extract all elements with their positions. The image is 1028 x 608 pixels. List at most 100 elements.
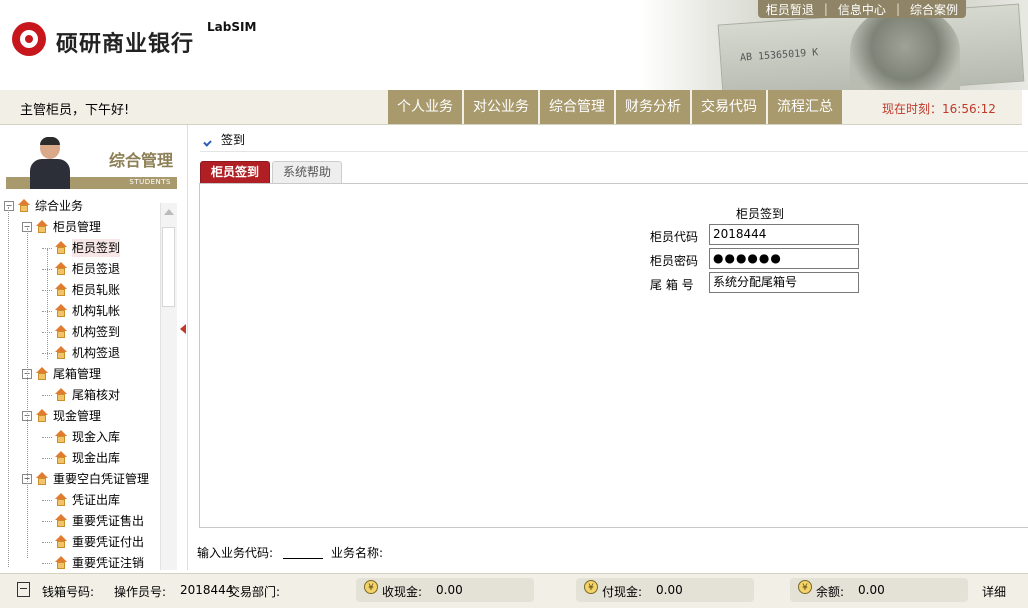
tree-item[interactable]: 柜员签到 bbox=[42, 239, 121, 257]
password-label: 柜员密码 bbox=[650, 254, 699, 268]
cases-link[interactable]: 综合案例 bbox=[910, 1, 958, 18]
bank-name: 硕研商业银行 bbox=[56, 32, 195, 57]
yen-icon: ¥ bbox=[584, 580, 598, 594]
menu-corporate[interactable]: 对公业务 bbox=[464, 90, 540, 124]
balance-label: 余额: bbox=[816, 585, 845, 599]
tree-item[interactable]: − 柜员管理 bbox=[22, 218, 101, 236]
header: 硕研商业银行 LabSIM AB 15365019 K 柜员暂退 | 信息中心 … bbox=[0, 0, 1028, 90]
teller-code-field[interactable]: 2018444 bbox=[709, 224, 859, 245]
collapse-arrow-icon[interactable] bbox=[180, 324, 186, 334]
brand-label: LabSIM bbox=[207, 20, 257, 34]
left-panel: 综合管理 STUDENTS − 综合业务 − 柜员管理柜员签到柜员签退柜员轧账机构轧帐… bbox=[0, 125, 188, 570]
dept-label: 交易部门: bbox=[228, 585, 281, 599]
tree-item[interactable]: 重要凭证售出 bbox=[42, 512, 144, 530]
tree-item-label: 重要空白凭证管理 bbox=[53, 472, 150, 486]
house-icon bbox=[54, 514, 68, 528]
greeting-text: 主管柜员，下午好! bbox=[20, 103, 130, 118]
balance-value: 0.00 bbox=[858, 583, 885, 597]
tab-bar: 柜员签到 系统帮助 bbox=[200, 161, 344, 183]
tree-item-label: 现金出库 bbox=[72, 451, 121, 465]
info-center-link[interactable]: 信息中心 bbox=[838, 1, 886, 18]
top-links: 柜员暂退 | 信息中心 | 综合案例 bbox=[757, 0, 966, 18]
tree-item[interactable]: 机构轧帐 bbox=[42, 302, 120, 320]
tree-item[interactable]: 尾箱核对 bbox=[42, 386, 120, 404]
code-input-label: 输入业务代码: bbox=[197, 546, 274, 560]
teller-pause-link[interactable]: 柜员暂退 bbox=[766, 1, 814, 18]
pay-value: 0.00 bbox=[656, 583, 683, 597]
tree-item-label: 柜员签退 bbox=[72, 262, 121, 276]
form-panel bbox=[199, 183, 1028, 528]
tree-item-label: 重要凭证注销 bbox=[72, 556, 145, 570]
tree-item[interactable]: 重要凭证付出 bbox=[42, 533, 144, 551]
main-menu: 个人业务 对公业务 综合管理 财务分析 交易代码 流程汇总 bbox=[388, 90, 844, 124]
menu-process-summary[interactable]: 流程汇总 bbox=[768, 90, 844, 124]
house-icon bbox=[54, 262, 68, 276]
tree-item-label: 重要凭证付出 bbox=[72, 535, 145, 549]
tailbox-label: 尾 箱 号 bbox=[650, 278, 694, 292]
status-bar: 钱箱号码: 操作员号: 2018444 交易部门: ¥ 收现金: 0.00 ¥ … bbox=[0, 573, 1028, 608]
tree-item[interactable]: 现金入库 bbox=[42, 428, 120, 446]
tree-item-label: 现金管理 bbox=[53, 409, 102, 423]
house-icon bbox=[54, 325, 68, 339]
tree-item[interactable]: − 重要空白凭证管理 bbox=[22, 470, 149, 488]
nav-bar: 主管柜员，下午好! 个人业务 对公业务 综合管理 财务分析 交易代码 流程汇总 … bbox=[0, 90, 1022, 125]
menu-personal[interactable]: 个人业务 bbox=[388, 90, 464, 124]
tab-system-help[interactable]: 系统帮助 bbox=[272, 161, 343, 183]
tree-item-label: 现金入库 bbox=[72, 430, 121, 444]
house-icon bbox=[35, 409, 49, 423]
teller-code-label: 柜员代码 bbox=[650, 230, 699, 244]
house-icon bbox=[35, 472, 49, 486]
house-icon bbox=[54, 388, 68, 402]
tree-item-label: 机构轧帐 bbox=[72, 304, 121, 318]
divider bbox=[200, 151, 1028, 152]
receive-label: 收现金: bbox=[382, 585, 423, 599]
tree-item-label: 综合业务 bbox=[35, 199, 84, 213]
clock-label: 现在时刻： bbox=[882, 102, 943, 116]
house-icon bbox=[35, 367, 49, 381]
menu-admin[interactable]: 综合管理 bbox=[540, 90, 616, 124]
menu-trade-codes[interactable]: 交易代码 bbox=[692, 90, 768, 124]
code-input[interactable] bbox=[283, 546, 324, 559]
tree-item[interactable]: 重要凭证注销 bbox=[42, 554, 144, 570]
cashbox-label: 钱箱号码: bbox=[42, 585, 95, 599]
tree-item[interactable]: 现金出库 bbox=[42, 449, 120, 467]
scroll-up-icon[interactable] bbox=[164, 209, 174, 215]
house-icon bbox=[17, 199, 31, 213]
house-icon bbox=[54, 241, 68, 255]
person-icon bbox=[30, 137, 70, 189]
pay-label: 付现金: bbox=[602, 585, 643, 599]
tree-item[interactable]: 机构签到 bbox=[42, 323, 120, 341]
house-icon bbox=[35, 220, 49, 234]
tree-item[interactable]: 凭证出库 bbox=[42, 491, 120, 509]
tree-collapse-icon[interactable]: − bbox=[4, 201, 14, 211]
tailbox-field[interactable]: 系统分配尾箱号 bbox=[709, 272, 859, 293]
tree-item[interactable]: − 尾箱管理 bbox=[22, 365, 101, 383]
house-icon bbox=[54, 283, 68, 297]
banner-subtitle: STUDENTS bbox=[129, 178, 171, 186]
tree-item[interactable]: 机构签退 bbox=[42, 344, 120, 362]
form-title: 柜员签到 bbox=[736, 207, 785, 221]
scroll-thumb[interactable] bbox=[162, 227, 175, 307]
tree-item-label: 机构签退 bbox=[72, 346, 121, 360]
operator-value: 2018444 bbox=[180, 583, 234, 597]
left-banner: 综合管理 STUDENTS bbox=[6, 133, 177, 189]
tree-item[interactable]: 柜员轧账 bbox=[42, 281, 120, 299]
tree-item[interactable]: − 综合业务 bbox=[4, 197, 83, 215]
bank-logo-icon bbox=[12, 22, 46, 56]
business-name-label: 业务名称: bbox=[331, 546, 384, 560]
house-icon bbox=[54, 556, 68, 570]
tree-item-label: 柜员轧账 bbox=[72, 283, 121, 297]
tree-item[interactable]: 柜员签退 bbox=[42, 260, 120, 278]
tree-scrollbar[interactable] bbox=[160, 203, 177, 570]
yen-icon: ¥ bbox=[798, 580, 812, 594]
detail-link[interactable]: 详细 bbox=[982, 583, 1006, 600]
breadcrumb-label: 签到 bbox=[221, 133, 246, 147]
tree-item-label: 尾箱管理 bbox=[53, 367, 102, 381]
tab-teller-signin[interactable]: 柜员签到 bbox=[200, 161, 271, 183]
house-icon bbox=[54, 304, 68, 318]
menu-finance[interactable]: 财务分析 bbox=[616, 90, 692, 124]
tree-item[interactable]: − 现金管理 bbox=[22, 407, 101, 425]
receive-value: 0.00 bbox=[436, 583, 463, 597]
house-icon bbox=[54, 493, 68, 507]
password-field[interactable]: ●●●●●● bbox=[709, 248, 859, 269]
